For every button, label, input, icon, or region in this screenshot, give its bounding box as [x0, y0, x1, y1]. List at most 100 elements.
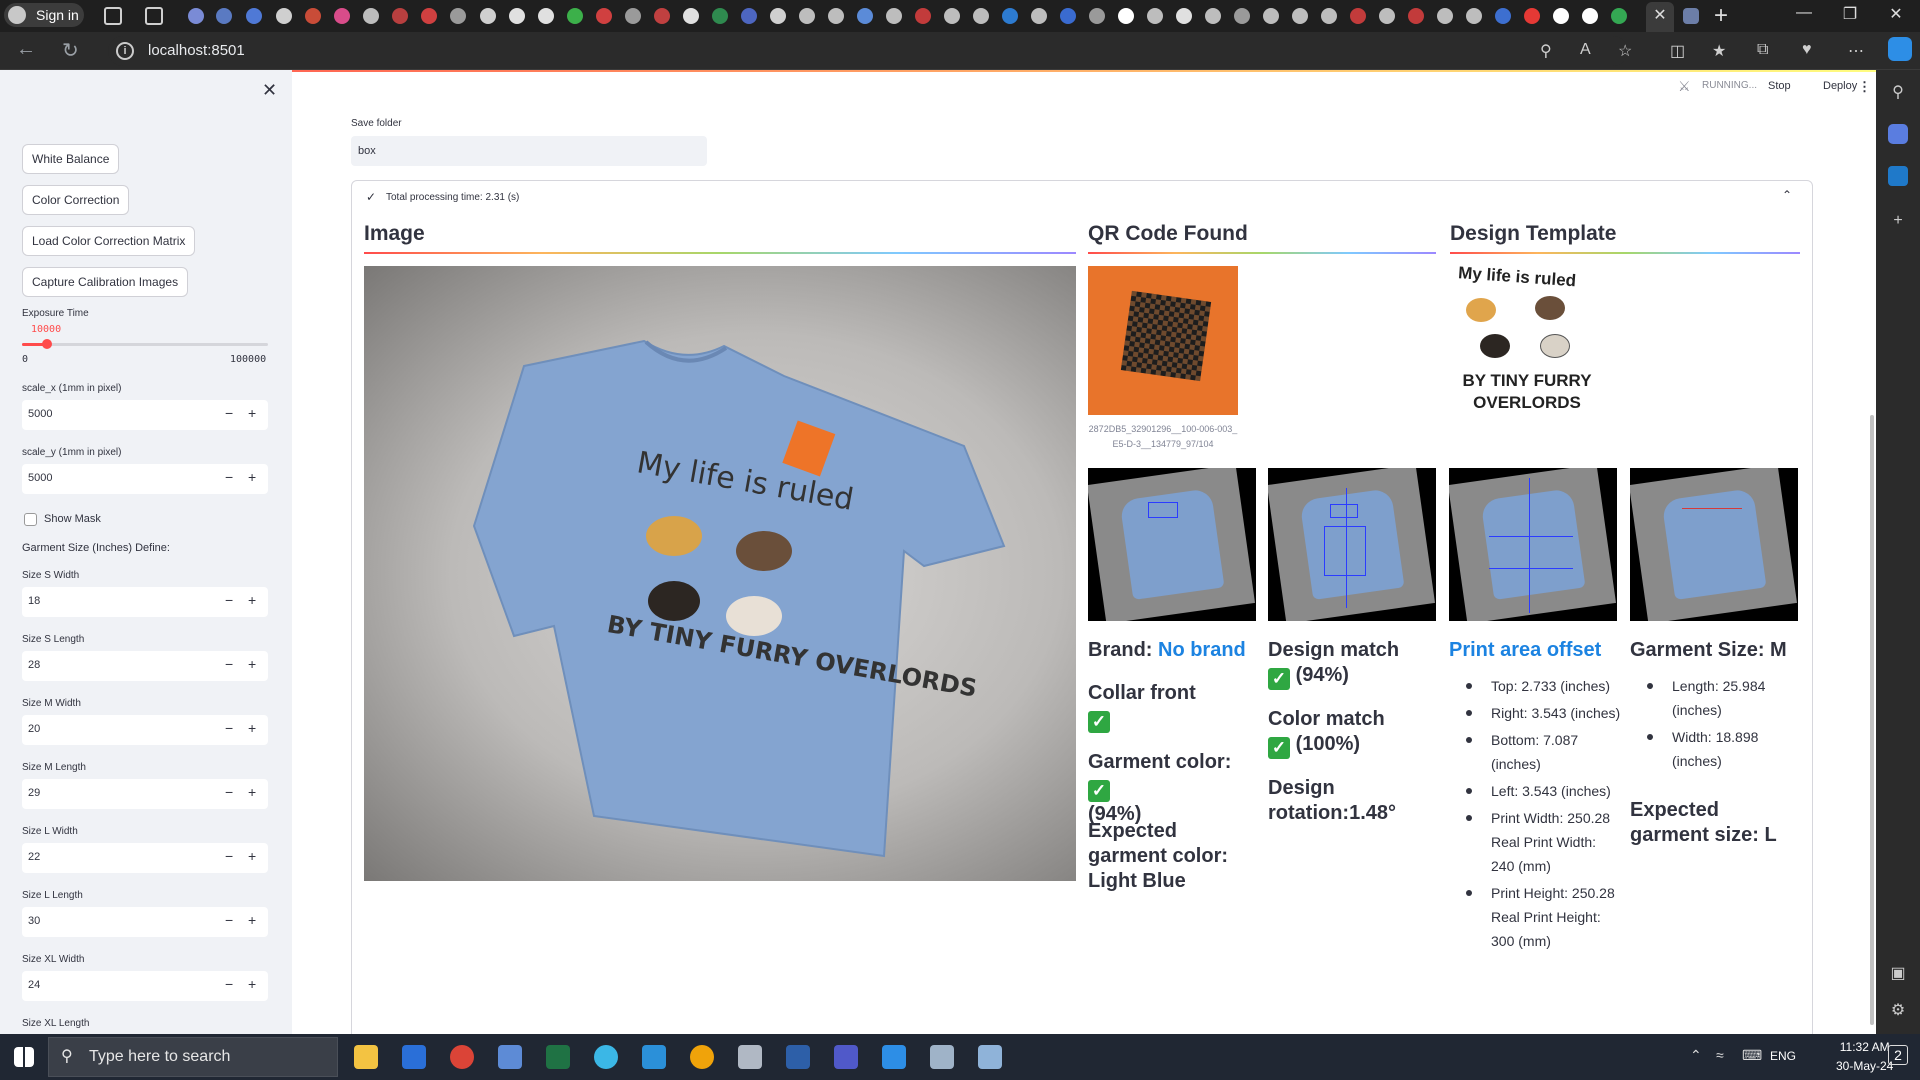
outlook-icon[interactable] — [1888, 166, 1908, 186]
refresh-icon[interactable]: ↻ — [62, 38, 79, 63]
scale-x-input[interactable]: 5000 − + — [22, 400, 268, 430]
increment-button[interactable]: + — [248, 720, 256, 736]
collections-icon[interactable]: ⧉ — [1757, 41, 1768, 59]
windows-start-icon[interactable] — [14, 1047, 34, 1067]
size-number-input[interactable]: 30 − + — [22, 907, 268, 937]
capture-calibration-images-button[interactable]: Capture Calibration Images — [22, 267, 189, 297]
sidebar-close-icon[interactable]: ✕ — [262, 80, 277, 101]
file-explorer-icon[interactable] — [354, 1045, 378, 1069]
profile-sign-in-button[interactable]: Sign in — [4, 3, 84, 27]
tab-favicon[interactable] — [363, 8, 379, 24]
tab-favicon[interactable] — [625, 8, 641, 24]
url-field[interactable]: i localhost:8501 — [108, 36, 1628, 66]
tab-favicon[interactable] — [421, 8, 437, 24]
copilot-icon[interactable] — [1888, 37, 1912, 61]
stop-button[interactable]: Stop — [1768, 80, 1791, 92]
tab-favicon[interactable] — [246, 8, 262, 24]
tab-favicon[interactable] — [1524, 8, 1540, 24]
increment-button[interactable]: + — [248, 592, 256, 608]
new-tab-plus-icon[interactable]: + — [1714, 2, 1728, 30]
decrement-button[interactable]: − — [225, 656, 233, 672]
tab-favicon[interactable] — [596, 8, 612, 24]
tab-favicon[interactable] — [567, 8, 583, 24]
github-tab-icon[interactable] — [683, 8, 699, 24]
slider-thumb[interactable] — [41, 339, 52, 349]
tab-favicon[interactable] — [1263, 8, 1279, 24]
active-tab-close-button[interactable]: ✕ — [1646, 2, 1674, 32]
tab-favicon[interactable] — [1408, 8, 1424, 24]
tab-favicon[interactable] — [480, 8, 496, 24]
back-arrow-icon[interactable]: ← — [16, 38, 36, 61]
edge-icon[interactable] — [594, 1045, 618, 1069]
search-icon[interactable]: ⚲ — [1888, 82, 1908, 102]
app-icon[interactable] — [738, 1045, 762, 1069]
decrement-button[interactable]: − — [225, 469, 233, 485]
copilot-side-icon[interactable] — [1888, 124, 1908, 144]
page-scrollbar[interactable] — [1870, 415, 1874, 1025]
increment-button[interactable]: + — [248, 405, 256, 421]
tab-favicon[interactable] — [654, 8, 670, 24]
minimize-icon[interactable]: — — [1784, 4, 1824, 22]
tab-favicon[interactable] — [216, 8, 232, 24]
size-number-input[interactable]: 28 − + — [22, 651, 268, 681]
scale-y-input[interactable]: 5000 − + — [22, 464, 268, 494]
tab-favicon[interactable] — [828, 8, 844, 24]
settings-gear-icon[interactable]: ⚙ — [1888, 1000, 1908, 1020]
excel-icon[interactable] — [546, 1045, 570, 1069]
size-number-input[interactable]: 24 − + — [22, 971, 268, 1001]
window-close-icon[interactable]: ✕ — [1876, 4, 1916, 24]
tab-favicon[interactable] — [973, 8, 989, 24]
tab-favicon[interactable] — [188, 8, 204, 24]
more-options-icon[interactable]: ⋯ — [1848, 41, 1864, 61]
app-icon[interactable] — [882, 1045, 906, 1069]
increment-button[interactable]: + — [248, 469, 256, 485]
size-number-input[interactable]: 29 − + — [22, 779, 268, 809]
tab-favicon[interactable] — [1350, 8, 1366, 24]
tab-favicon[interactable] — [1147, 8, 1163, 24]
tab-favicon[interactable] — [1321, 8, 1337, 24]
tab-favicon[interactable] — [392, 8, 408, 24]
tab-favicon[interactable] — [334, 8, 350, 24]
decrement-button[interactable]: − — [225, 784, 233, 800]
restore-icon[interactable]: ❐ — [1830, 4, 1870, 24]
increment-button[interactable]: + — [248, 784, 256, 800]
app-icon[interactable] — [978, 1045, 1002, 1069]
decrement-button[interactable]: − — [225, 912, 233, 928]
tab-favicon[interactable] — [1683, 8, 1699, 24]
github-tab-icon[interactable] — [538, 8, 554, 24]
decrement-button[interactable]: − — [225, 592, 233, 608]
favorites-icon[interactable]: ★ — [1712, 41, 1726, 61]
workspaces-icon[interactable] — [104, 7, 122, 25]
tab-favicon[interactable] — [770, 8, 786, 24]
notification-icon[interactable]: 2 — [1888, 1045, 1908, 1065]
tab-favicon[interactable] — [1031, 8, 1047, 24]
performance-icon[interactable]: ♥ — [1802, 41, 1812, 59]
wordpress-tab-icon[interactable] — [1495, 8, 1511, 24]
decrement-button[interactable]: − — [225, 405, 233, 421]
system-clock[interactable]: 11:32 AM 30-May-24 — [1836, 1038, 1893, 1076]
language-indicator[interactable]: ENG — [1770, 1049, 1796, 1063]
increment-button[interactable]: + — [248, 976, 256, 992]
tab-favicon[interactable] — [857, 8, 873, 24]
increment-button[interactable]: + — [248, 848, 256, 864]
tab-favicon[interactable] — [1060, 8, 1076, 24]
tab-favicon[interactable] — [886, 8, 902, 24]
tab-favicon[interactable] — [1292, 8, 1308, 24]
increment-button[interactable]: + — [248, 912, 256, 928]
decrement-button[interactable]: − — [225, 848, 233, 864]
tab-favicon[interactable] — [1379, 8, 1395, 24]
save-folder-input[interactable]: box — [351, 136, 707, 166]
show-mask-checkbox[interactable] — [24, 513, 37, 526]
tab-favicon[interactable] — [1437, 8, 1453, 24]
github-tab-icon[interactable] — [1176, 8, 1192, 24]
tab-favicon[interactable] — [1002, 8, 1018, 24]
size-number-input[interactable]: 22 − + — [22, 843, 268, 873]
tab-favicon[interactable] — [712, 8, 728, 24]
color-correction-button[interactable]: Color Correction — [22, 185, 130, 215]
chrome-icon[interactable] — [450, 1045, 474, 1069]
site-info-icon[interactable]: i — [116, 42, 134, 60]
screenshot-icon[interactable]: ▣ — [1888, 963, 1908, 983]
tray-chevron-icon[interactable]: ⌃ — [1690, 1047, 1702, 1064]
load-color-correction-matrix-button[interactable]: Load Color Correction Matrix — [22, 226, 196, 256]
size-number-input[interactable]: 20 − + — [22, 715, 268, 745]
